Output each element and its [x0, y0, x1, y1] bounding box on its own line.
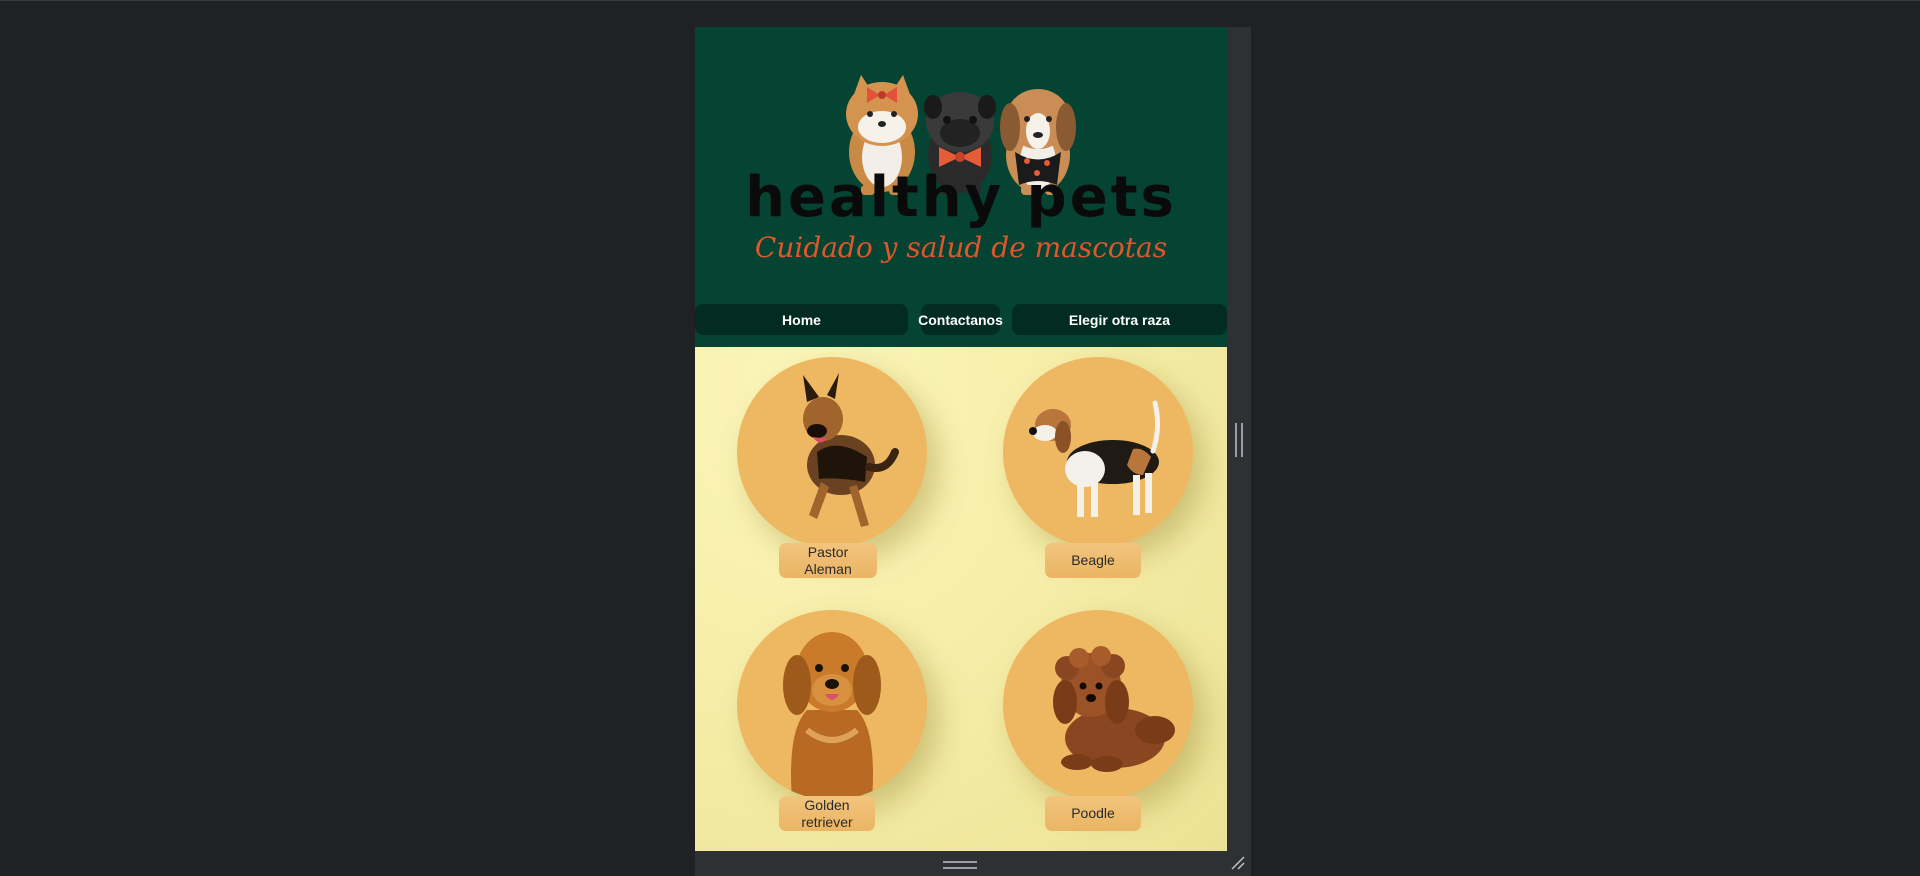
beagle-image[interactable]	[1003, 357, 1193, 547]
nav-home-button[interactable]: Home	[695, 304, 908, 335]
breed-label[interactable]: Beagle	[1045, 543, 1141, 578]
poodle-image[interactable]	[1003, 610, 1193, 800]
height-resize-handle[interactable]	[943, 861, 977, 869]
golden-retriever-image[interactable]	[737, 610, 927, 800]
breed-label[interactable]: Golden retriever	[779, 796, 875, 831]
device-emulation-frame: healthy pets Cuidado y salud de mascotas…	[695, 27, 1251, 876]
german-shepherd-image[interactable]	[737, 357, 927, 547]
window-top-border	[0, 0, 1920, 1]
page-viewport[interactable]: healthy pets Cuidado y salud de mascotas…	[695, 27, 1227, 851]
site-title: healthy pets	[745, 165, 1177, 230]
corner-resize-icon[interactable]	[1230, 855, 1246, 871]
breed-label[interactable]: Pastor Aleman	[779, 543, 877, 578]
width-resize-handle[interactable]	[1235, 423, 1243, 457]
nav-contact-button[interactable]: Contactanos	[918, 304, 1003, 335]
breed-grid: Pastor Aleman Beagle Golden retriever Po…	[695, 347, 1227, 851]
site-header: healthy pets Cuidado y salud de mascotas…	[695, 27, 1227, 347]
nav-choose-breed-button[interactable]: Elegir otra raza	[1012, 304, 1227, 335]
breed-label[interactable]: Poodle	[1045, 796, 1141, 831]
site-tagline: Cuidado y salud de mascotas	[754, 231, 1168, 264]
